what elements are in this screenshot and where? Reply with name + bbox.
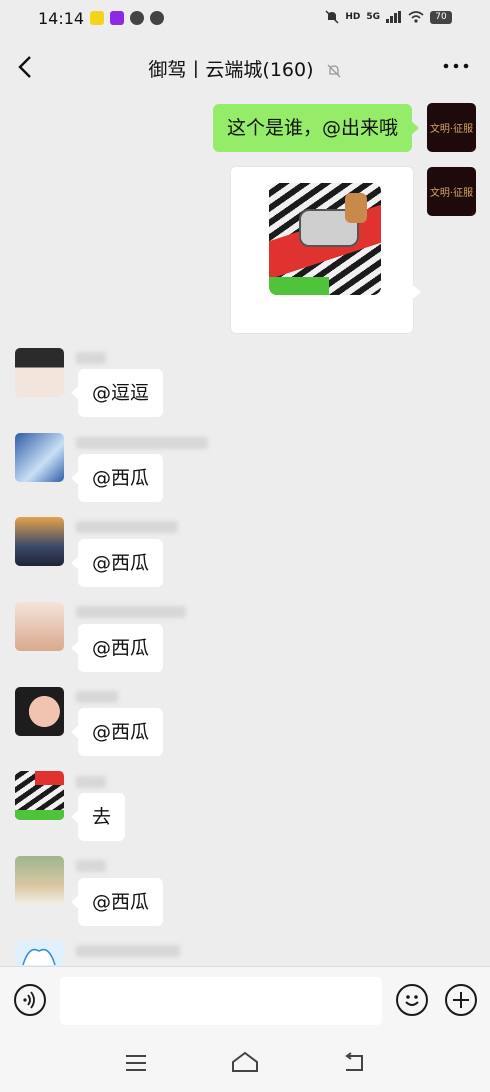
- network-type: 5G: [366, 12, 380, 22]
- system-nav-bar: [0, 1036, 490, 1092]
- chat-title-wrap: 御驾丨云端城(160): [0, 55, 490, 82]
- avatar-green-strip: [15, 810, 64, 820]
- message-input[interactable]: [60, 977, 382, 1025]
- member-name: [76, 606, 186, 618]
- status-indicators: HD 5G 70: [325, 10, 452, 24]
- member-message[interactable]: @西瓜: [70, 539, 164, 587]
- back-nav-icon[interactable]: [342, 1052, 366, 1072]
- plus-icon: [453, 992, 469, 1008]
- battery-level: 70: [430, 10, 452, 24]
- avatar-red-block: [35, 771, 64, 785]
- video-app-icon: [110, 11, 124, 25]
- voice-button[interactable]: [14, 984, 46, 1016]
- self-avatar-logo: 文明·征服: [429, 124, 474, 135]
- signal-hd-icon: HD: [345, 12, 361, 22]
- sticker-image: [269, 183, 381, 295]
- plus-button[interactable]: [445, 984, 477, 1016]
- member-name: [76, 860, 106, 872]
- chat-header: 御驾丨云端城(160): [0, 38, 490, 96]
- app-notification-icon: [90, 11, 104, 25]
- more-options-icon[interactable]: [442, 56, 470, 76]
- member-avatar[interactable]: [15, 856, 64, 905]
- mute-bell-icon: [325, 10, 339, 24]
- member-avatar[interactable]: [15, 517, 64, 566]
- thumb-green-strip: [269, 277, 329, 295]
- member-name: [76, 776, 106, 788]
- member-message[interactable]: 去: [70, 793, 126, 841]
- emoji-icon: [405, 995, 419, 1006]
- member-name: [76, 437, 208, 449]
- message-icon: [150, 11, 164, 25]
- member-name: [76, 945, 180, 957]
- input-bar: [0, 966, 490, 1037]
- member-message[interactable]: @西瓜: [70, 878, 164, 926]
- status-time: 14:14: [38, 9, 85, 28]
- status-bar: 14:14 HD 5G 70: [0, 0, 490, 38]
- chat-title: 御驾丨云端城(160): [148, 59, 314, 81]
- self-text-message[interactable]: 这个是谁，@出来哦: [212, 104, 420, 152]
- home-icon[interactable]: [231, 1051, 259, 1073]
- self-avatar-logo: 文明·征服: [429, 188, 474, 199]
- member-avatar[interactable]: [15, 433, 64, 482]
- member-avatar[interactable]: [15, 602, 64, 651]
- self-avatar[interactable]: 文明·征服: [427, 167, 476, 216]
- thumb-figure: [345, 193, 367, 223]
- member-avatar[interactable]: [15, 941, 64, 966]
- member-avatar[interactable]: [15, 771, 64, 820]
- member-name: [76, 691, 118, 703]
- member-message[interactable]: @逗逗: [70, 369, 164, 417]
- cartoon-face-icon: [22, 948, 56, 966]
- wifi-icon: [408, 11, 424, 23]
- self-avatar[interactable]: 文明·征服: [427, 103, 476, 152]
- member-message[interactable]: @西瓜: [70, 454, 164, 502]
- member-message[interactable]: @西瓜: [70, 624, 164, 672]
- compass-icon: [130, 11, 144, 25]
- member-name: [76, 352, 106, 364]
- self-image-message[interactable]: [230, 166, 421, 334]
- voice-icon: [23, 991, 35, 1009]
- menu-icon[interactable]: [125, 1054, 147, 1072]
- muted-bell-icon: [327, 64, 341, 77]
- signal-icon: [386, 11, 401, 23]
- member-avatar[interactable]: [15, 348, 64, 397]
- member-avatar[interactable]: [15, 687, 64, 736]
- member-message[interactable]: @西瓜: [70, 708, 164, 756]
- member-name: [76, 521, 178, 533]
- emoji-button[interactable]: [396, 984, 428, 1016]
